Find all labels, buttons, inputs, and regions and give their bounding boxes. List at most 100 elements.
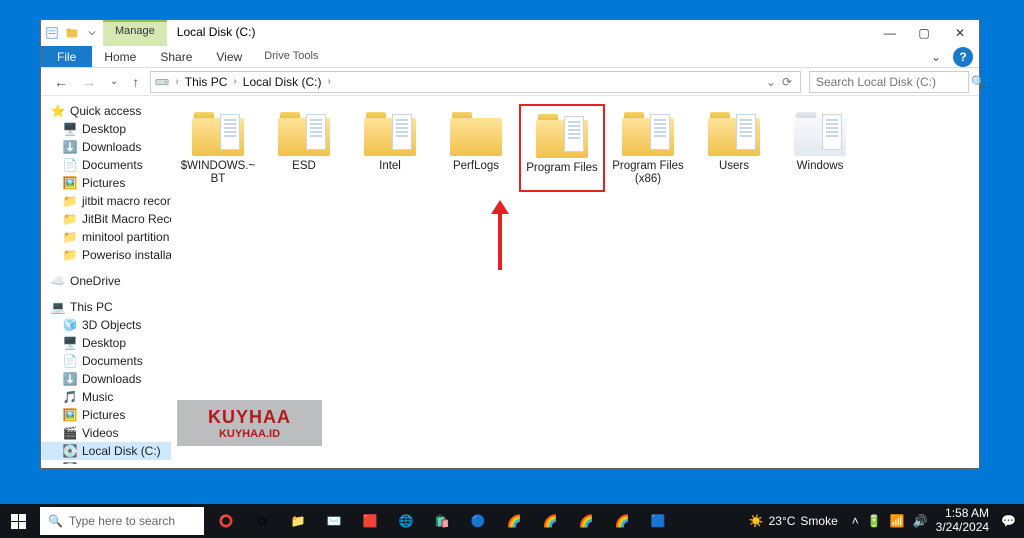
folder-item[interactable]: PerfLogs (433, 104, 519, 192)
folder-icon (276, 110, 332, 156)
tab-home[interactable]: Home (92, 46, 148, 67)
folder-item[interactable]: ESD (261, 104, 347, 192)
folder-item-highlighted[interactable]: Program Files (519, 104, 605, 192)
battery-icon[interactable]: 🔋 (867, 514, 882, 528)
maximize-button[interactable]: ▢ (907, 20, 941, 46)
folder-item[interactable]: Windows (777, 104, 863, 192)
breadcrumb-this-pc[interactable]: This PC (185, 75, 228, 89)
nav-downloads-2[interactable]: ⬇️Downloads (41, 370, 171, 388)
search-box[interactable]: 🔍 (809, 71, 969, 93)
weather-icon: ☀️ (749, 514, 764, 528)
app-icon[interactable]: 🔵 (460, 504, 496, 538)
window-title: Local Disk (C:) (167, 20, 873, 46)
nav-folder-jitbit1[interactable]: 📁jitbit macro recorde (41, 192, 171, 210)
folder-icon: 📁 (63, 194, 77, 208)
app-icon[interactable]: 🟥 (352, 504, 388, 538)
nav-local-disk-d[interactable]: 💽Local Disk (D:) (41, 460, 171, 464)
chrome-icon[interactable]: 🌈 (532, 504, 568, 538)
address-bar[interactable]: › This PC › Local Disk (C:) › ⌄ ⟳ (150, 71, 801, 93)
folder-item[interactable]: Program Files (x86) (605, 104, 691, 192)
tab-file[interactable]: File (41, 46, 92, 67)
documents-icon: 📄 (63, 354, 77, 368)
nav-videos[interactable]: 🎬Videos (41, 424, 171, 442)
notifications-icon[interactable]: 💬 (1001, 514, 1016, 528)
app-icon[interactable]: 🟦 (640, 504, 676, 538)
nav-desktop-2[interactable]: 🖥️Desktop (41, 334, 171, 352)
nav-local-disk-c[interactable]: 💽Local Disk (C:) (41, 442, 171, 460)
manage-contextual-tab[interactable]: Manage (103, 20, 167, 46)
help-button[interactable]: ? (953, 47, 973, 67)
folder-label: Program Files (x86) (607, 160, 689, 186)
downloads-icon: ⬇️ (63, 372, 77, 386)
nav-desktop[interactable]: 🖥️Desktop (41, 120, 171, 138)
chrome-icon[interactable]: 🌈 (568, 504, 604, 538)
breadcrumb-drive[interactable]: Local Disk (C:) (243, 75, 322, 89)
chrome-icon[interactable]: 🌈 (496, 504, 532, 538)
content-pane[interactable]: $WINDOWS.~BT ESD Intel PerfLogs Program … (171, 96, 979, 464)
folder-label: PerfLogs (453, 160, 499, 173)
chevron-right-icon[interactable]: › (231, 76, 238, 87)
folder-item[interactable]: $WINDOWS.~BT (175, 104, 261, 192)
new-folder-icon[interactable] (65, 26, 79, 40)
folder-item[interactable]: Users (691, 104, 777, 192)
minimize-button[interactable]: — (873, 20, 907, 46)
watermark-line2: KUYHAA.ID (219, 428, 280, 440)
nav-3d-objects[interactable]: 🧊3D Objects (41, 316, 171, 334)
nav-pictures-2[interactable]: 🖼️Pictures (41, 406, 171, 424)
pictures-icon: 🖼️ (63, 176, 77, 190)
nav-pictures[interactable]: 🖼️Pictures (41, 174, 171, 192)
chevron-right-icon[interactable]: › (173, 76, 180, 87)
watermark-line1: KUYHAA (208, 407, 291, 428)
nav-folder-minitool[interactable]: 📁minitool partition w (41, 228, 171, 246)
tab-view[interactable]: View (204, 46, 254, 67)
drive-icon (155, 75, 169, 89)
store-icon[interactable]: 🛍️ (424, 504, 460, 538)
navigation-pane[interactable]: ⭐Quick access 🖥️Desktop ⬇️Downloads 📄Doc… (41, 96, 171, 464)
start-button[interactable] (0, 504, 36, 538)
mail-icon[interactable]: ✉️ (316, 504, 352, 538)
refresh-icon[interactable]: ⟳ (778, 75, 796, 89)
window-controls: — ▢ ✕ (873, 20, 979, 46)
nav-forward-button[interactable]: → (79, 74, 99, 90)
edge-icon[interactable]: 🌐 (388, 504, 424, 538)
volume-icon[interactable]: 🔊 (913, 514, 928, 528)
main-area: ⭐Quick access 🖥️Desktop ⬇️Downloads 📄Doc… (41, 96, 979, 464)
nav-this-pc[interactable]: 💻This PC (41, 298, 171, 316)
chrome-icon[interactable]: 🌈 (604, 504, 640, 538)
dropdown-icon[interactable] (85, 26, 99, 40)
folder-label: ESD (292, 160, 316, 173)
search-input[interactable] (816, 75, 971, 89)
nav-quick-access[interactable]: ⭐Quick access (41, 102, 171, 120)
close-button[interactable]: ✕ (941, 20, 979, 46)
nav-folder-poweriso[interactable]: 📁Poweriso installatio (41, 246, 171, 264)
cortana-icon[interactable]: ⭕ (208, 504, 244, 538)
properties-icon[interactable] (45, 26, 59, 40)
nav-recent-dropdown[interactable]: ⌄ (107, 76, 121, 87)
tab-drive-tools[interactable]: Drive Tools (254, 46, 328, 67)
taskbar-apps: ⭕ ⧉ 📁 ✉️ 🟥 🌐 🛍️ 🔵 🌈 🌈 🌈 🌈 🟦 (208, 504, 676, 538)
nav-back-button[interactable]: ← (51, 74, 71, 90)
tray-chevron-icon[interactable]: ˄ (852, 514, 859, 528)
dropdown-icon[interactable]: ⌄ (766, 75, 776, 89)
nav-onedrive[interactable]: ☁️OneDrive (41, 272, 171, 290)
folder-icon (190, 110, 246, 156)
tab-share[interactable]: Share (148, 46, 204, 67)
nav-up-button[interactable]: ↑ (129, 74, 142, 90)
nav-folder-jitbit2[interactable]: 📁JitBit Macro Record (41, 210, 171, 228)
search-icon: 🔍 (971, 75, 986, 89)
chevron-right-icon[interactable]: › (325, 76, 332, 87)
task-view-icon[interactable]: ⧉ (244, 504, 280, 538)
nav-music[interactable]: 🎵Music (41, 388, 171, 406)
drive-icon: 💽 (63, 444, 77, 458)
wifi-icon[interactable]: 📶 (890, 514, 905, 528)
nav-documents[interactable]: 📄Documents (41, 156, 171, 174)
folder-label: Program Files (526, 162, 598, 175)
weather-widget[interactable]: ☀️ 23°C Smoke (743, 514, 844, 528)
file-explorer-icon[interactable]: 📁 (280, 504, 316, 538)
taskbar-search[interactable]: 🔍 Type here to search (40, 507, 204, 535)
nav-downloads[interactable]: ⬇️Downloads (41, 138, 171, 156)
clock[interactable]: 1:58 AM 3/24/2024 (936, 507, 993, 535)
ribbon-collapse-icon[interactable]: ⌄ (925, 46, 947, 67)
folder-item[interactable]: Intel (347, 104, 433, 192)
nav-documents-2[interactable]: 📄Documents (41, 352, 171, 370)
